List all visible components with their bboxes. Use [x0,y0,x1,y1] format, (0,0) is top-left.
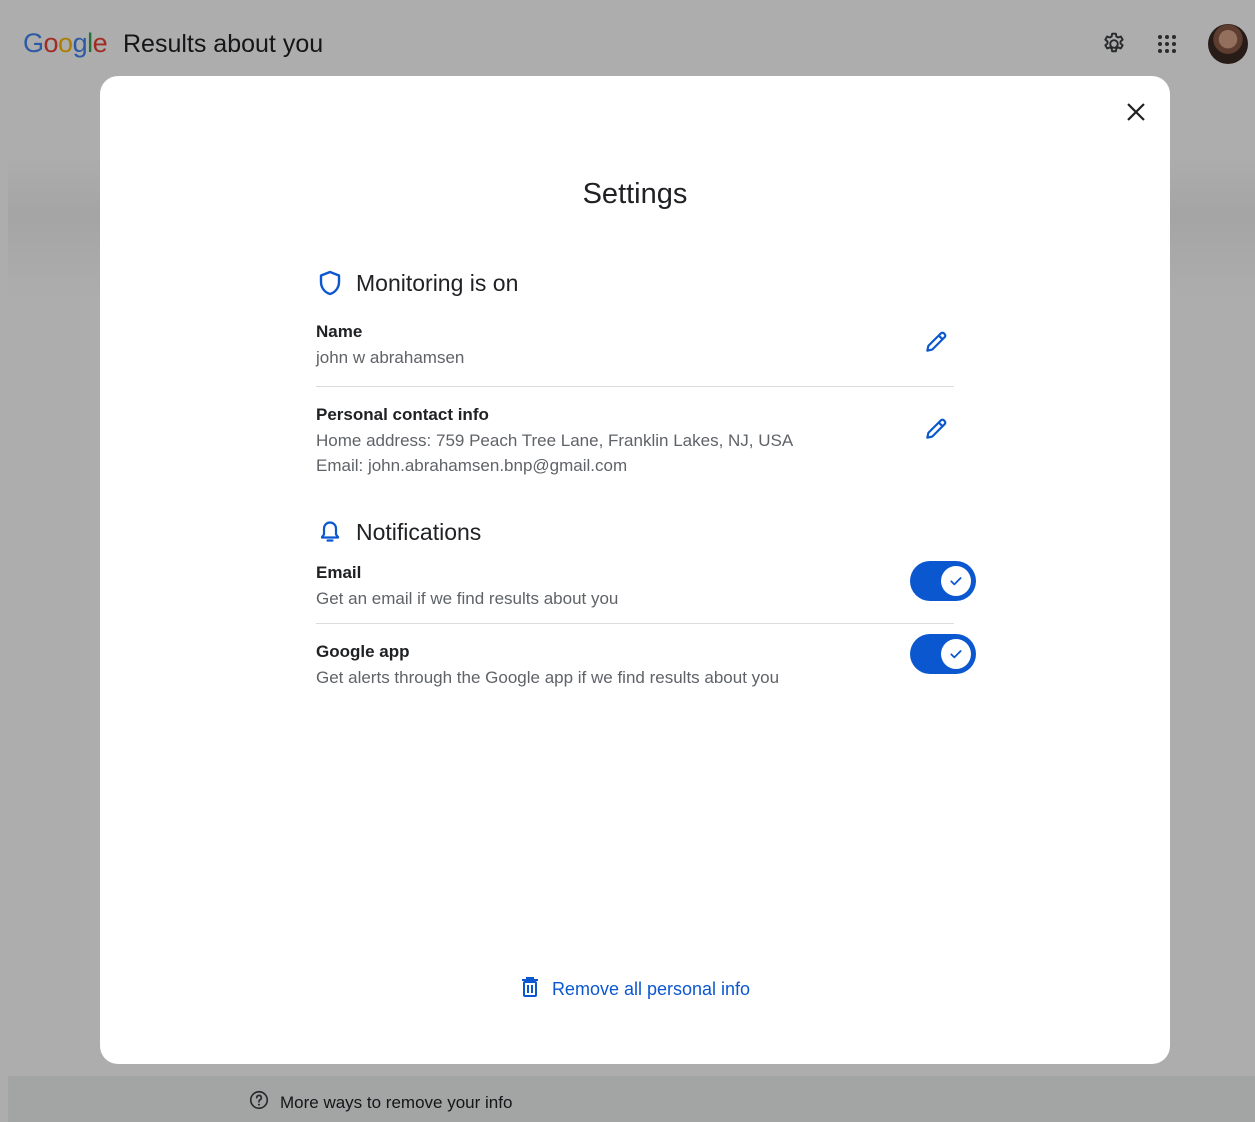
bell-icon [316,518,344,546]
email-notification-label: Email [316,563,362,582]
edit-contact-button[interactable] [918,413,954,449]
monitoring-heading-label: Monitoring is on [356,269,519,296]
notifications-heading: Notifications [316,515,966,549]
dialog-title: Settings [582,178,688,210]
shield-icon [316,269,344,297]
name-value: john w abrahamsen [316,348,465,367]
email-notification-description: Get an email if we find results about yo… [316,589,619,608]
close-icon[interactable] [1122,98,1150,126]
remove-all-personal-info-button[interactable]: Remove all personal info [100,976,1170,1003]
contact-email: Email: john.abrahamsen.bnp@gmail.com [316,456,628,475]
google-app-notification-toggle[interactable] [910,634,976,674]
check-icon [950,577,962,586]
email-notification-toggle[interactable] [910,561,976,601]
google-app-notification-label: Google app [316,642,410,661]
contact-label: Personal contact info [316,405,489,424]
contact-address: Home address: 759 Peach Tree Lane, Frank… [316,431,794,450]
pencil-icon [923,329,949,360]
check-icon [950,650,962,659]
divider [316,623,954,624]
google-app-notification-description: Get alerts through the Google app if we … [316,668,780,687]
pencil-icon [923,416,949,447]
settings-dialog: Settings Monitoring is on Name john w ab… [100,76,1170,1064]
remove-all-label: Remove all personal info [551,979,751,999]
toggle-knob [941,566,971,596]
trash-icon [520,976,540,1003]
name-label: Name [316,322,363,341]
divider [316,386,954,387]
contact-row: Personal contact info Home address: 759 … [316,405,966,505]
settings-content: Monitoring is on Name john w abrahamsen … [316,266,976,702]
notifications-heading-label: Notifications [356,518,482,545]
edit-name-button[interactable] [918,326,954,362]
monitoring-heading: Monitoring is on [316,266,966,300]
toggle-knob [941,639,971,669]
google-app-notification-row: Google app Get alerts through the Google… [316,634,976,702]
name-row: Name john w abrahamsen [316,322,966,386]
email-notification-row: Email Get an email if we find results ab… [316,561,976,623]
